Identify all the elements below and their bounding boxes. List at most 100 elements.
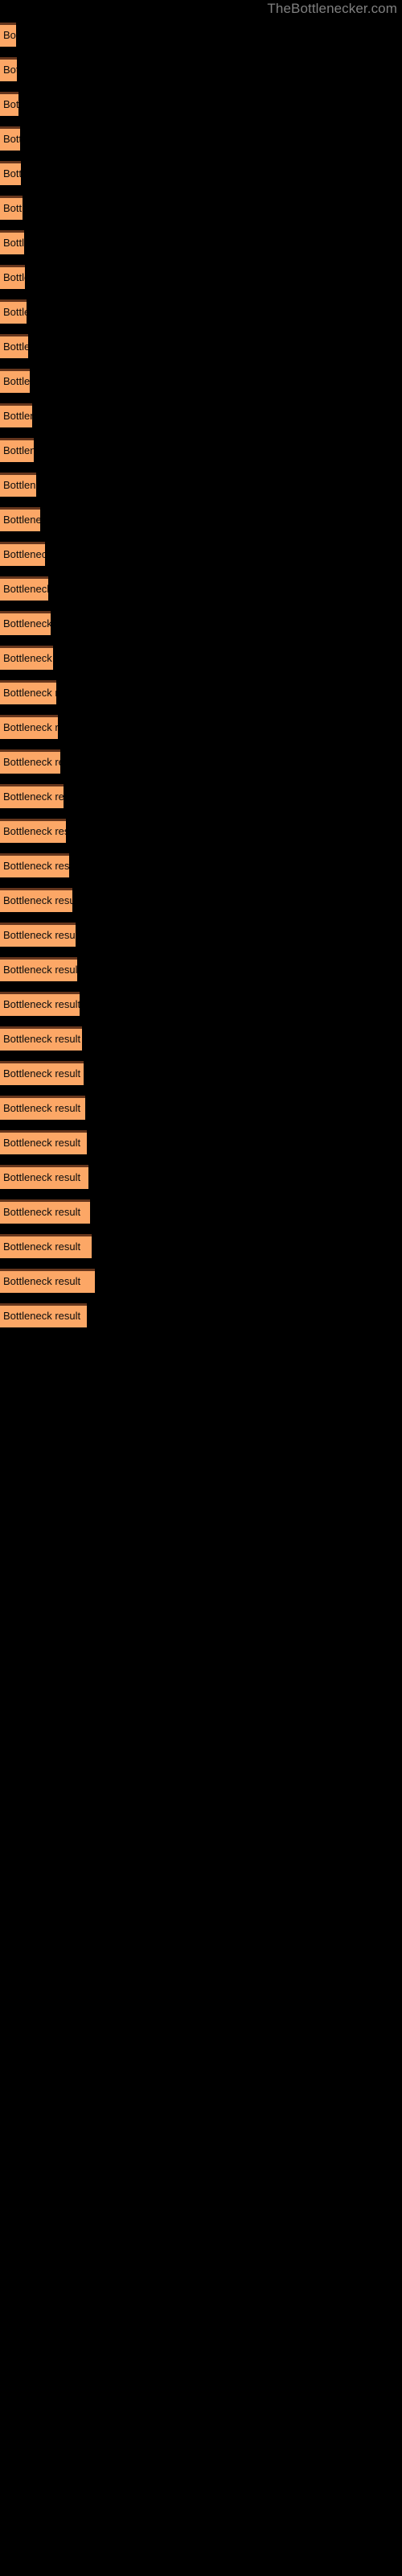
bar-clip: Bottleneck result [0, 438, 34, 462]
bar-row: Bottleneck result [0, 680, 56, 704]
bar-segment [0, 161, 21, 185]
bar-row: Bottleneck result [0, 1165, 88, 1189]
bar-segment [0, 957, 77, 981]
bar-row: Bottleneck result [0, 1303, 87, 1327]
bar-clip: Bottleneck result [0, 161, 21, 185]
bar-clip: Bottleneck result [0, 646, 53, 670]
bar-clip: Bottleneck result [0, 576, 48, 601]
bar-row: Bottleneck result [0, 1130, 87, 1154]
bar-segment [0, 1026, 82, 1051]
bar-clip: Bottleneck result [0, 784, 64, 808]
bar-segment [0, 23, 16, 47]
bar-clip: Bottleneck result [0, 1234, 92, 1258]
bar-segment [0, 1061, 84, 1085]
bar-row: Bottleneck result [0, 542, 45, 566]
bar-segment [0, 126, 20, 151]
bar-segment [0, 611, 51, 635]
bar-row: Bottleneck result [0, 853, 69, 877]
bar-segment [0, 1303, 87, 1327]
bar-clip: Bottleneck result [0, 749, 60, 774]
bar-segment [0, 715, 58, 739]
bar-row: Bottleneck result [0, 438, 34, 462]
bar-clip: Bottleneck result [0, 992, 80, 1016]
bar-clip: Bottleneck result [0, 507, 40, 531]
bar-clip: Bottleneck result [0, 369, 30, 393]
bar-clip: Bottleneck result [0, 1026, 82, 1051]
bar-clip: Bottleneck result [0, 126, 20, 151]
bar-segment [0, 265, 25, 289]
bar-segment [0, 507, 40, 531]
bar-segment [0, 1165, 88, 1189]
bar-row: Bottleneck result [0, 1026, 82, 1051]
bar-row: Bottleneck result [0, 1234, 92, 1258]
bar-row: Bottleneck result [0, 1096, 85, 1120]
bar-clip: Bottleneck result [0, 265, 25, 289]
bar-clip: Bottleneck result [0, 230, 24, 254]
bar-row: Bottleneck result [0, 576, 48, 601]
bar-clip: Bottleneck result [0, 542, 45, 566]
bar-clip: Bottleneck result [0, 403, 32, 427]
bar-segment [0, 542, 45, 566]
bar-segment [0, 57, 17, 81]
bar-clip: Bottleneck result [0, 957, 77, 981]
bar-row: Bottleneck result [0, 646, 53, 670]
bar-segment [0, 784, 64, 808]
bar-segment [0, 853, 69, 877]
bar-clip: Bottleneck result [0, 1130, 87, 1154]
bar-row: Bottleneck result [0, 611, 51, 635]
bar-segment [0, 749, 60, 774]
bar-clip: Bottleneck result [0, 853, 69, 877]
bar-row: Bottleneck result [0, 888, 72, 912]
bar-segment [0, 334, 28, 358]
bar-clip: Bottleneck result [0, 57, 17, 81]
bar-segment [0, 369, 30, 393]
bar-row: Bottleneck result [0, 923, 76, 947]
bar-row: Bottleneck result [0, 784, 64, 808]
bar-row: Bottleneck result [0, 369, 30, 393]
bar-segment [0, 92, 18, 116]
bar-row: Bottleneck result [0, 57, 17, 81]
bar-clip: Bottleneck result [0, 23, 16, 47]
bar-clip: Bottleneck result [0, 473, 36, 497]
bar-segment [0, 576, 48, 601]
bottleneck-bar-chart: TheBottlenecker.com Bottleneck resultBot… [0, 0, 402, 2576]
bar-segment [0, 819, 66, 843]
bar-row: Bottleneck result [0, 126, 20, 151]
bar-clip: Bottleneck result [0, 680, 56, 704]
bar-clip: Bottleneck result [0, 92, 18, 116]
bar-row: Bottleneck result [0, 1061, 84, 1085]
bar-clip: Bottleneck result [0, 1096, 85, 1120]
bar-clip: Bottleneck result [0, 1061, 84, 1085]
bar-clip: Bottleneck result [0, 1303, 87, 1327]
bar-segment [0, 1234, 92, 1258]
bar-row: Bottleneck result [0, 1199, 90, 1224]
bar-clip: Bottleneck result [0, 1199, 90, 1224]
bar-segment [0, 230, 24, 254]
bar-segment [0, 196, 23, 220]
bars-layer: Bottleneck result Bottleneck result Bottle… [0, 0, 402, 2576]
bar-clip: Bottleneck result [0, 334, 28, 358]
bar-clip: Bottleneck result [0, 715, 58, 739]
bar-clip: Bottleneck result [0, 1269, 95, 1293]
bar-segment [0, 680, 56, 704]
bar-segment [0, 1096, 85, 1120]
bar-segment [0, 473, 36, 497]
bar-row: Bottleneck result [0, 819, 66, 843]
bar-segment [0, 992, 80, 1016]
bar-row: Bottleneck result [0, 23, 16, 47]
bar-row: Bottleneck result [0, 1269, 95, 1293]
bar-row: Bottleneck result [0, 957, 77, 981]
bar-clip: Bottleneck result [0, 299, 27, 324]
bar-segment [0, 299, 27, 324]
bar-segment [0, 1269, 95, 1293]
bar-row: Bottleneck result [0, 230, 24, 254]
bar-clip: Bottleneck result [0, 923, 76, 947]
bar-clip: Bottleneck result [0, 1165, 88, 1189]
bar-segment [0, 403, 32, 427]
bar-clip: Bottleneck result [0, 611, 51, 635]
bar-row: Bottleneck result [0, 161, 21, 185]
bar-row: Bottleneck result [0, 92, 18, 116]
bar-segment [0, 888, 72, 912]
bar-segment [0, 646, 53, 670]
bar-row: Bottleneck result [0, 992, 80, 1016]
